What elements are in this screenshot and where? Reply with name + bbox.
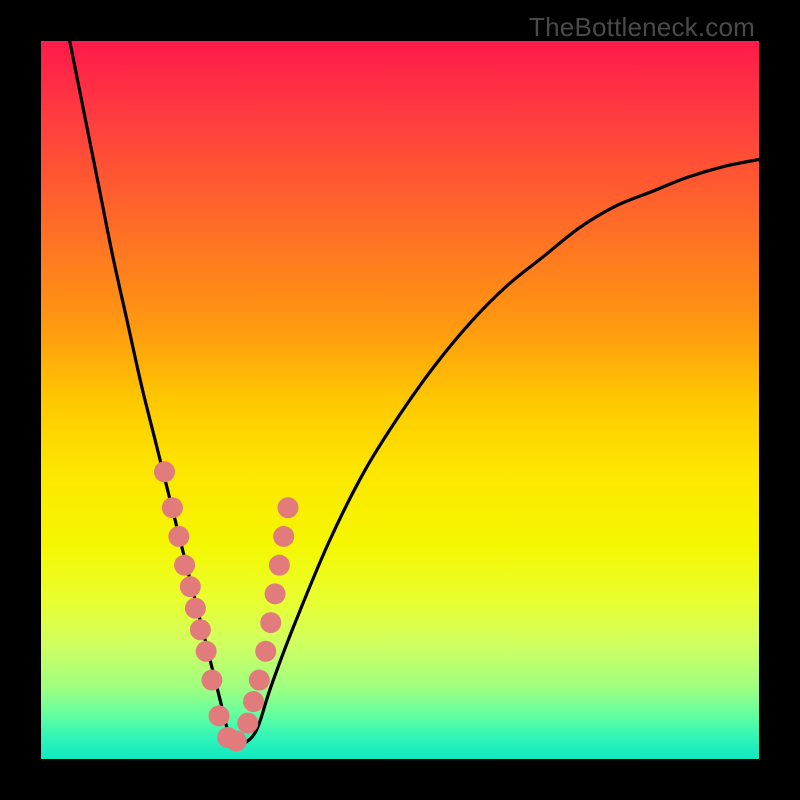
bottleneck-curve — [70, 41, 759, 746]
sample-dot — [269, 555, 290, 576]
sample-dot — [255, 641, 276, 662]
sample-dot — [260, 612, 281, 633]
chart-svg — [41, 41, 759, 759]
sample-dot — [226, 731, 247, 752]
sample-dot — [243, 691, 264, 712]
sample-dot — [237, 713, 258, 734]
watermark-text: TheBottleneck.com — [529, 12, 755, 43]
sample-dot — [174, 555, 195, 576]
sample-dot — [185, 598, 206, 619]
sample-dot — [190, 619, 211, 640]
plot-area — [41, 41, 759, 759]
sample-dot — [273, 526, 294, 547]
sample-dot — [249, 670, 270, 691]
sample-dots — [154, 461, 298, 751]
sample-dot — [162, 497, 183, 518]
sample-dot — [201, 670, 222, 691]
sample-dot — [277, 497, 298, 518]
sample-dot — [180, 576, 201, 597]
sample-dot — [265, 583, 286, 604]
chart-container: TheBottleneck.com — [0, 0, 800, 800]
sample-dot — [209, 705, 230, 726]
sample-dot — [196, 641, 217, 662]
sample-dot — [168, 526, 189, 547]
sample-dot — [154, 461, 175, 482]
